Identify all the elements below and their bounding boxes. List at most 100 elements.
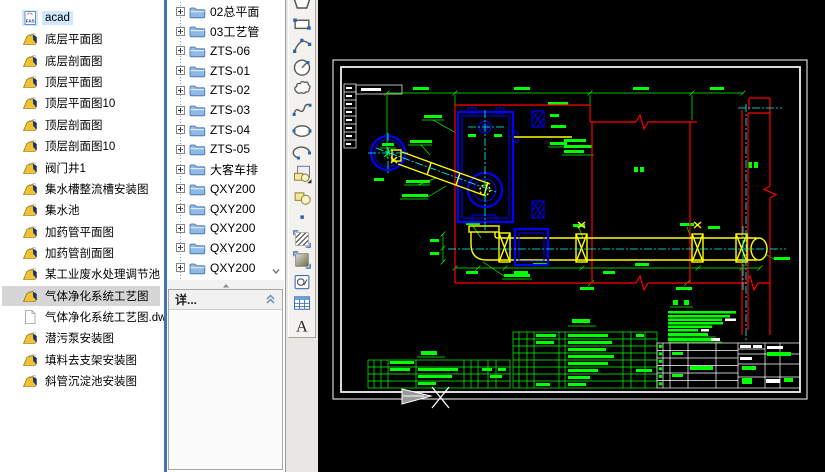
draw-toolbar[interactable]: A — [288, 0, 316, 338]
dwg-file-icon — [22, 288, 38, 304]
expand-plus-icon[interactable] — [176, 46, 185, 55]
file-list-item[interactable]: 潜污泵安装图 — [2, 328, 117, 348]
scroll-down-icon[interactable] — [270, 264, 282, 276]
toolbar-tool-multiline-text[interactable]: A — [292, 315, 312, 335]
expand-plus-icon[interactable] — [176, 86, 185, 95]
file-list-item[interactable]: FAS acad — [2, 8, 73, 28]
file-name-label: acad — [42, 11, 73, 25]
file-list-item[interactable]: 加药管剖面图 — [2, 243, 117, 263]
expand-plus-icon[interactable] — [176, 106, 185, 115]
expand-plus-icon[interactable] — [176, 125, 185, 134]
dwg-file-icon — [22, 202, 38, 218]
folder-icon — [189, 182, 206, 196]
expand-plus-icon[interactable] — [176, 66, 185, 75]
pipe-flange — [576, 222, 587, 262]
file-list-item[interactable]: 底层平面图 — [2, 29, 106, 49]
file-list-item[interactable]: 顶层剖面图10 — [2, 136, 118, 156]
toolbar-tool-arc[interactable] — [292, 35, 312, 55]
toolbar-tool-circle[interactable] — [292, 57, 312, 77]
tree-item[interactable]: ZTS-04 — [167, 120, 266, 139]
file-list-item[interactable]: 阀门井1 — [2, 158, 89, 178]
folder-icon — [189, 142, 206, 156]
file-list-item[interactable]: 集水池 — [2, 200, 83, 220]
tree-item[interactable]: 大客车排 — [167, 160, 266, 179]
dwg-file-icon — [22, 266, 38, 282]
file-list-item[interactable]: 斜管沉淀池安装图 — [2, 371, 140, 391]
expand-plus-icon[interactable] — [176, 145, 185, 154]
file-list-item[interactable]: 集水槽整流槽安装图 — [2, 179, 152, 199]
expand-plus-icon[interactable] — [176, 165, 185, 174]
toolbar-tool-gradient[interactable] — [292, 250, 312, 270]
toolbar-tool-rectangle[interactable] — [292, 14, 312, 34]
toolbar-tool-region[interactable] — [292, 272, 312, 292]
dwl-file-icon — [22, 309, 38, 325]
tree-item[interactable]: ZTS-03 — [167, 101, 266, 120]
file-list-item[interactable]: 气体净化系统工艺图 — [2, 286, 160, 306]
expand-plus-icon[interactable] — [176, 184, 185, 193]
file-list-panel[interactable]: FAS acad 底层平面图底层剖面图顶层平面图顶层平面图10 顶层剖面图顶层剖面图1… — [0, 0, 164, 472]
file-list-item[interactable]: 加药管平面图 — [2, 222, 117, 242]
file-list-item[interactable]: 填料去支架安装图 — [2, 350, 140, 370]
expand-plus-icon[interactable] — [176, 27, 185, 36]
folder-name-label: QXY200 — [210, 202, 266, 216]
toolbar-tool-ellipse[interactable] — [292, 121, 312, 141]
toolbar-tool-revision-cloud[interactable] — [292, 78, 312, 98]
file-list-item[interactable]: 顶层剖面图 — [2, 115, 106, 135]
dwg-file-icon — [22, 330, 38, 346]
file-list-item[interactable]: 顶层平面图 — [2, 72, 106, 92]
title-block — [657, 333, 800, 388]
file-list-item[interactable]: 气体净化系统工艺图.dwl — [2, 307, 164, 327]
file-name-label: 底层剖面图 — [42, 52, 106, 70]
expand-plus-icon[interactable] — [176, 224, 185, 233]
file-name-label: 集水槽整流槽安装图 — [42, 180, 152, 198]
svg-text:A: A — [296, 317, 308, 335]
tree-item[interactable]: ZTS-02 — [167, 81, 266, 100]
file-name-label: 气体净化系统工艺图 — [42, 287, 152, 305]
expand-plus-icon[interactable] — [176, 204, 185, 213]
fas-file-icon: FAS — [22, 10, 38, 26]
splitter-handle[interactable] — [167, 280, 284, 289]
tree-item[interactable]: QXY200 — [167, 199, 266, 218]
tree-item[interactable]: QXY200 — [167, 238, 266, 257]
folder-icon — [189, 261, 206, 275]
folder-name-label: QXY200 — [210, 261, 266, 275]
file-name-label: 顶层平面图10 — [42, 94, 118, 112]
tree-item[interactable]: 03工艺管 — [167, 22, 266, 41]
collapse-chevron-icon[interactable] — [265, 294, 276, 305]
folder-icon — [189, 103, 206, 117]
expand-plus-icon[interactable] — [176, 243, 185, 252]
file-list-item[interactable]: 某工业废水处理调节池 — [2, 264, 163, 284]
tree-item[interactable]: ZTS-01 — [167, 61, 266, 80]
folder-name-label: QXY200 — [210, 182, 266, 196]
toolbar-tool-make-block[interactable] — [292, 186, 312, 206]
tree-item[interactable]: QXY200 — [167, 179, 266, 198]
ucs-icon — [402, 387, 449, 408]
folder-icon — [189, 64, 206, 78]
dwg-file-icon — [22, 352, 38, 368]
file-name-label: 填料去支架安装图 — [42, 351, 140, 369]
toolbar-tool-hatch[interactable] — [292, 229, 312, 249]
tree-item[interactable]: QXY200 — [167, 219, 266, 238]
toolbar-tool-spline[interactable] — [292, 100, 312, 120]
toolbar-tool-polygon[interactable] — [292, 0, 312, 12]
drawing-canvas[interactable] — [318, 0, 825, 472]
tree-item[interactable]: QXY200 — [167, 258, 266, 277]
tree-item[interactable]: ZTS-05 — [167, 140, 266, 159]
toolbar-tool-point[interactable] — [292, 207, 312, 227]
file-list-item[interactable]: 底层剖面图 — [2, 51, 106, 71]
expand-plus-icon[interactable] — [176, 263, 185, 272]
toolbar-tool-ellipse-arc[interactable] — [292, 143, 312, 163]
tree-item[interactable]: 02总平面 — [167, 2, 266, 21]
file-list-item[interactable]: 顶层平面图10 — [2, 93, 118, 113]
expand-plus-icon[interactable] — [176, 7, 185, 16]
file-name-label: 阀门井1 — [42, 159, 89, 177]
folder-icon — [189, 221, 206, 235]
toolbar-tool-insert-block[interactable] — [292, 164, 312, 184]
toolbar-tool-table[interactable] — [292, 293, 312, 313]
tree-item[interactable]: ZTS-06 — [167, 41, 266, 60]
folder-name-label: ZTS-05 — [210, 142, 266, 156]
folder-name-label: ZTS-06 — [210, 44, 266, 58]
annotation-labels — [374, 115, 790, 290]
dwg-file-icon — [22, 373, 38, 389]
hatched-window — [532, 201, 544, 218]
